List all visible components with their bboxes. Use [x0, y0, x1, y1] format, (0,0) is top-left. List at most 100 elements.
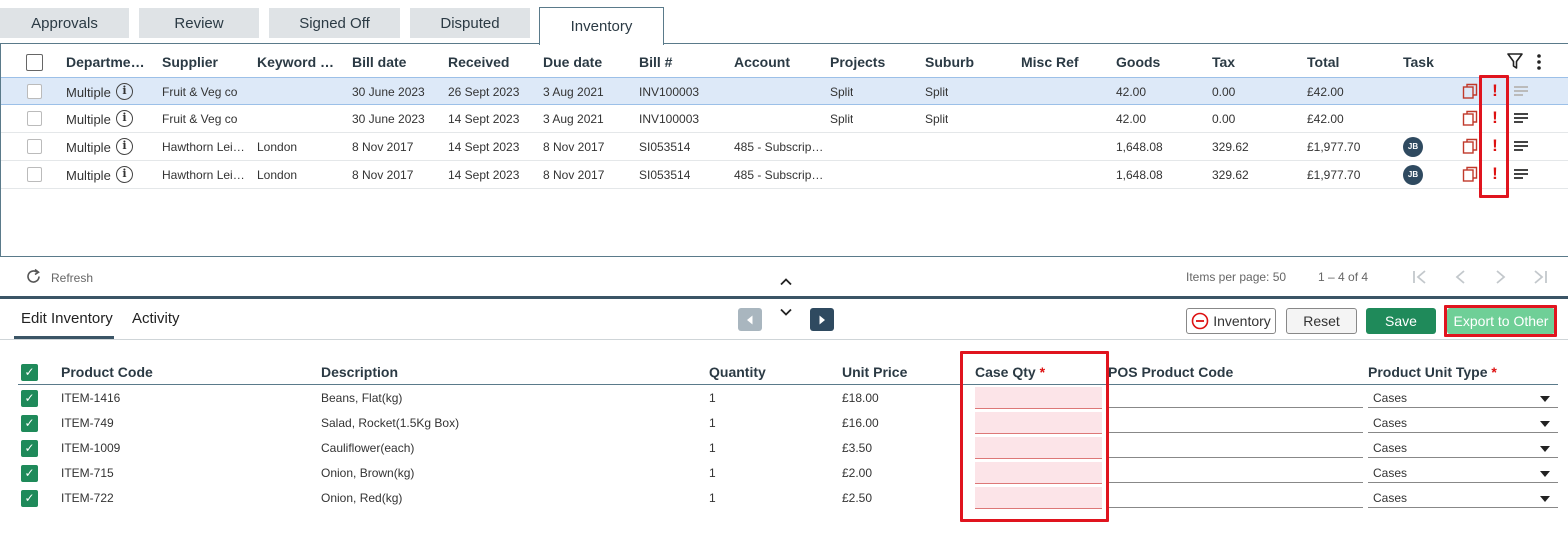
- unit-type-select[interactable]: Cases: [1373, 391, 1407, 405]
- last-page-icon[interactable]: [1532, 269, 1548, 285]
- tab-review[interactable]: Review: [139, 8, 259, 38]
- prev-record-button[interactable]: [738, 308, 762, 331]
- cell-tax: 329.62: [1212, 140, 1249, 154]
- cell-goods: 42.00: [1116, 85, 1147, 99]
- notes-icon[interactable]: [1514, 169, 1528, 180]
- chevron-up-icon[interactable]: [779, 277, 793, 286]
- more-vert-icon[interactable]: [1535, 53, 1543, 71]
- first-page-icon[interactable]: [1412, 269, 1428, 285]
- pos-code-input[interactable]: [1108, 457, 1363, 458]
- row-checkbox[interactable]: [27, 139, 42, 154]
- unit-type-select[interactable]: Cases: [1373, 491, 1407, 505]
- filter-icon[interactable]: [1507, 53, 1523, 70]
- caret-down-icon[interactable]: [1540, 446, 1550, 452]
- item-checkbox[interactable]: ✓: [21, 415, 38, 432]
- copy-icon[interactable]: [1462, 83, 1478, 99]
- avatar[interactable]: JB: [1403, 137, 1423, 157]
- item-description: Onion, Red(kg): [321, 491, 403, 505]
- item-unit-price: £16.00: [842, 416, 879, 430]
- prev-page-icon[interactable]: [1454, 269, 1468, 285]
- info-icon[interactable]: i: [116, 138, 133, 155]
- col-tax[interactable]: Tax: [1212, 54, 1297, 70]
- item-checkbox[interactable]: ✓: [21, 490, 38, 507]
- refresh-button[interactable]: Refresh: [51, 271, 93, 285]
- panel-splitter[interactable]: [0, 296, 1568, 299]
- chevron-down-icon[interactable]: [779, 308, 793, 317]
- table-row[interactable]: Multiple i Hawthorn Leis… London 8 Nov 2…: [1, 161, 1568, 189]
- minus-circle-icon: [1191, 312, 1209, 330]
- info-icon[interactable]: i: [116, 110, 133, 127]
- pos-code-input[interactable]: [1108, 407, 1363, 408]
- tab-inventory[interactable]: Inventory: [539, 7, 664, 45]
- pos-code-input[interactable]: [1108, 432, 1363, 433]
- tab-signed-off[interactable]: Signed Off: [269, 8, 400, 38]
- caret-down-icon[interactable]: [1540, 471, 1550, 477]
- col-bill-date[interactable]: Bill date: [352, 54, 437, 70]
- select-all-items-checkbox[interactable]: ✓: [21, 364, 38, 381]
- copy-icon[interactable]: [1462, 110, 1478, 126]
- col-pos-product-code[interactable]: POS Product Code: [1108, 364, 1233, 380]
- unit-type-select[interactable]: Cases: [1373, 441, 1407, 455]
- row-checkbox[interactable]: [27, 167, 42, 182]
- item-checkbox[interactable]: ✓: [21, 465, 38, 482]
- cell-bill-date: 8 Nov 2017: [352, 140, 414, 154]
- col-quantity[interactable]: Quantity: [709, 364, 766, 380]
- tab-disputed[interactable]: Disputed: [410, 8, 530, 38]
- pos-code-input[interactable]: [1108, 482, 1363, 483]
- col-department[interactable]: Departme…: [66, 54, 146, 70]
- row-checkbox[interactable]: [27, 84, 42, 99]
- unit-type-select[interactable]: Cases: [1373, 416, 1407, 430]
- col-total[interactable]: Total: [1307, 54, 1392, 70]
- col-product-code[interactable]: Product Code: [61, 364, 153, 380]
- col-product-unit-type[interactable]: Product Unit Type *: [1368, 364, 1497, 380]
- cell-keyword: London: [257, 168, 298, 182]
- item-unit-price: £2.50: [842, 491, 873, 505]
- tab-activity[interactable]: Activity: [132, 310, 180, 327]
- cell-goods: 1,648.08: [1116, 140, 1163, 154]
- col-keyword[interactable]: Keyword …: [257, 54, 337, 70]
- tab-edit-inventory[interactable]: Edit Inventory: [21, 310, 113, 327]
- reset-button[interactable]: Reset: [1286, 308, 1357, 334]
- next-record-button[interactable]: [810, 308, 834, 331]
- col-account[interactable]: Account: [734, 54, 819, 70]
- caret-down-icon[interactable]: [1540, 496, 1550, 502]
- col-projects[interactable]: Projects: [830, 54, 915, 70]
- notes-icon[interactable]: [1514, 113, 1528, 124]
- save-button[interactable]: Save: [1366, 308, 1436, 334]
- col-received[interactable]: Received: [448, 54, 533, 70]
- copy-icon[interactable]: [1462, 138, 1478, 154]
- table-row[interactable]: Multiple i Fruit & Veg co 30 June 2023 1…: [1, 105, 1568, 133]
- required-mark: *: [1491, 364, 1497, 380]
- col-task[interactable]: Task: [1403, 54, 1453, 70]
- col-unit-price[interactable]: Unit Price: [842, 364, 907, 380]
- info-icon[interactable]: i: [116, 83, 133, 100]
- col-goods[interactable]: Goods: [1116, 54, 1201, 70]
- remove-inventory-button[interactable]: Inventory: [1186, 308, 1276, 334]
- col-description[interactable]: Description: [321, 364, 398, 380]
- refresh-icon[interactable]: [25, 268, 42, 285]
- table-row[interactable]: Multiple i Fruit & Veg co 30 June 2023 2…: [1, 77, 1568, 105]
- notes-icon[interactable]: [1514, 86, 1528, 97]
- notes-icon[interactable]: [1514, 141, 1528, 152]
- row-checkbox[interactable]: [27, 111, 42, 126]
- unit-type-select[interactable]: Cases: [1373, 466, 1407, 480]
- info-icon[interactable]: i: [116, 166, 133, 183]
- avatar[interactable]: JB: [1403, 165, 1423, 185]
- table-row[interactable]: Multiple i Hawthorn Leis… London 8 Nov 2…: [1, 133, 1568, 161]
- cell-tax: 329.62: [1212, 168, 1249, 182]
- select-all-checkbox[interactable]: [26, 54, 43, 71]
- col-suburb[interactable]: Suburb: [925, 54, 1010, 70]
- col-bill-number[interactable]: Bill #: [639, 54, 724, 70]
- copy-icon[interactable]: [1462, 166, 1478, 182]
- col-due-date[interactable]: Due date: [543, 54, 628, 70]
- next-page-icon[interactable]: [1493, 269, 1507, 285]
- col-misc-ref[interactable]: Misc Ref: [1021, 54, 1106, 70]
- item-checkbox[interactable]: ✓: [21, 440, 38, 457]
- pos-code-input[interactable]: [1108, 507, 1363, 508]
- tab-approvals[interactable]: Approvals: [0, 8, 129, 38]
- caret-down-icon[interactable]: [1540, 421, 1550, 427]
- caret-down-icon[interactable]: [1540, 396, 1550, 402]
- items-per-page[interactable]: Items per page: 50: [1186, 270, 1286, 284]
- col-supplier[interactable]: Supplier: [162, 54, 247, 70]
- item-checkbox[interactable]: ✓: [21, 390, 38, 407]
